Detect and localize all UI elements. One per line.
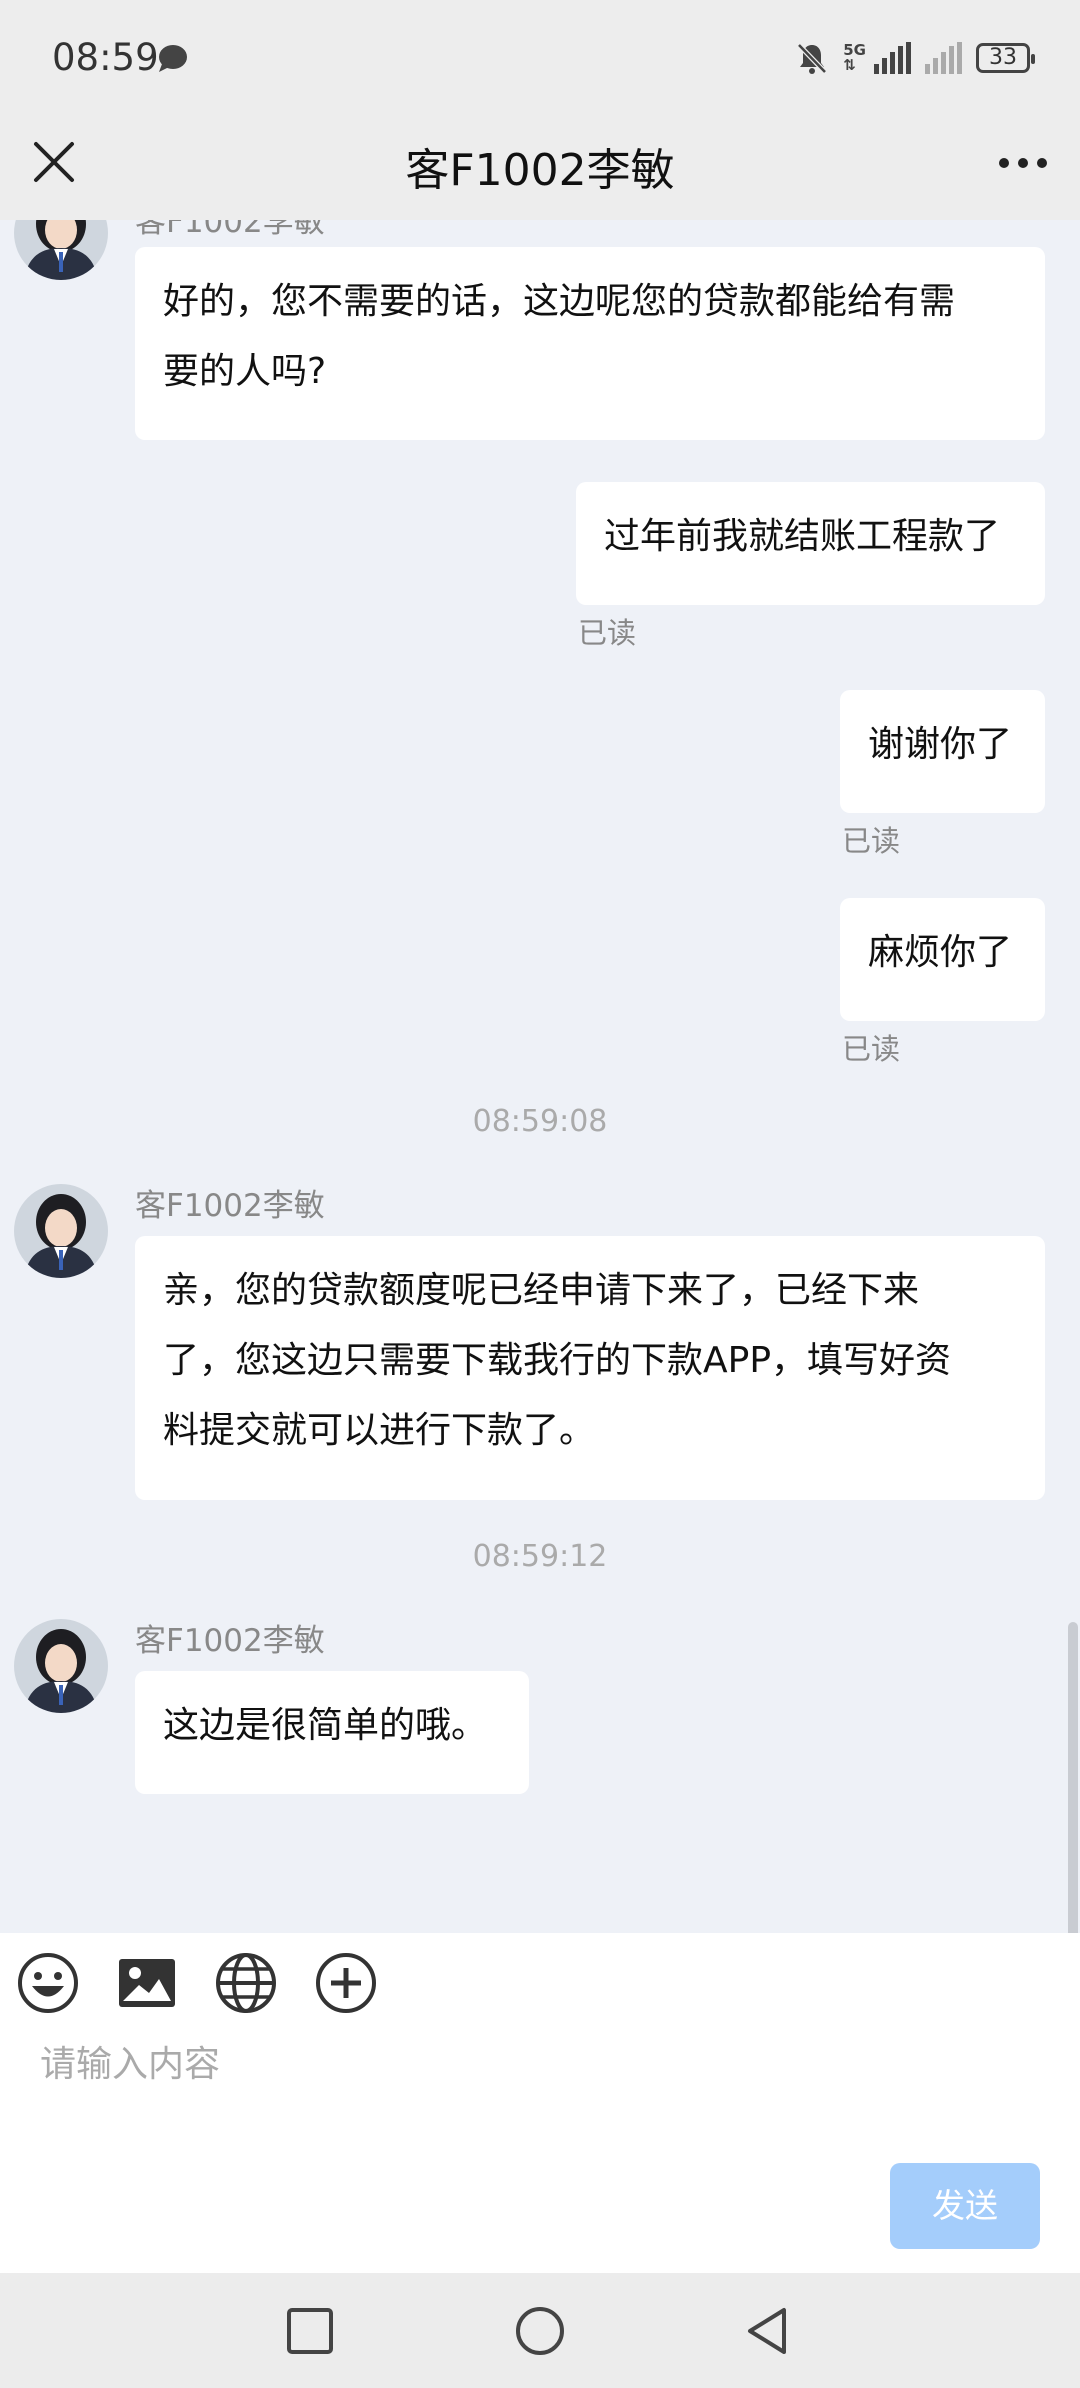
message-list[interactable]: 客F1002李敏 好的，您不需要的话，这边呢您的贷款都能给有需 要的人吗? 过年… (0, 220, 1080, 1933)
bell-muted-icon (797, 43, 828, 74)
avatar[interactable] (14, 1184, 108, 1278)
scrollbar[interactable] (1068, 1622, 1078, 1933)
signal-strength-icon (874, 42, 911, 74)
globe-icon[interactable] (214, 1951, 278, 2015)
chat-title: 客F1002李敏 (405, 145, 675, 196)
read-receipt: 已读 (842, 824, 901, 858)
sender-name: 客F1002李敏 (135, 1188, 325, 1224)
avatar[interactable] (14, 220, 108, 280)
sender-name: 客F1002李敏 (135, 220, 325, 240)
avatar[interactable] (14, 1619, 108, 1713)
message-text: 料提交就可以进行下款了。 (163, 1410, 596, 1451)
image-icon[interactable] (115, 1951, 179, 2015)
status-indicators: 5G ⇅ 33 (795, 38, 1035, 78)
network-type: 5G ⇅ (843, 41, 866, 74)
plus-circle-icon[interactable] (314, 1951, 378, 2015)
message-bubble-outgoing[interactable]: 麻烦你了 (840, 898, 1045, 1021)
square-icon[interactable] (284, 2305, 336, 2357)
signal-strength-sim2-icon (925, 42, 962, 74)
message-input[interactable]: 请输入内容 (40, 2035, 220, 2087)
message-notification-icon (159, 45, 187, 72)
status-bar: 08:59 5G ⇅ 33 (0, 0, 1080, 118)
system-nav-bar (0, 2273, 1080, 2388)
message-bubble[interactable]: 好的，您不需要的话，这边呢您的贷款都能给有需 要的人吗? (135, 247, 1045, 440)
circle-icon[interactable] (514, 2305, 566, 2357)
message-text: 好的，您不需要的话，这边呢您的贷款都能给有需 (163, 281, 956, 322)
chat-header: 客F1002李敏 (0, 118, 1080, 220)
sender-name: 客F1002李敏 (135, 1623, 325, 1659)
message-timestamp: 08:59:08 (472, 1104, 608, 1139)
message-text: 要的人吗? (163, 351, 327, 392)
message-bubble-outgoing[interactable]: 过年前我就结账工程款了 (576, 482, 1045, 605)
message-text: 亲，您的贷款额度呢已经申请下来了，已经下来 (163, 1270, 920, 1311)
back-triangle-icon[interactable] (742, 2305, 794, 2357)
read-receipt: 已读 (842, 1032, 901, 1066)
message-composer: 请输入内容 发送 (0, 1933, 1080, 2273)
send-button[interactable]: 发送 (890, 2163, 1040, 2249)
message-timestamp: 08:59:12 (472, 1539, 608, 1574)
battery-icon: 33 (976, 43, 1035, 73)
message-bubble-outgoing[interactable]: 谢谢你了 (840, 690, 1045, 813)
message-bubble[interactable]: 这边是很简单的哦。 (135, 1671, 529, 1794)
more-icon[interactable] (988, 140, 1058, 186)
emoji-icon[interactable] (16, 1951, 80, 2015)
status-time: 08:59 (52, 36, 159, 79)
message-bubble[interactable]: 亲，您的贷款额度呢已经申请下来了，已经下来 了，您这边只需要下载我行的下款APP… (135, 1236, 1045, 1500)
message-text: 了，您这边只需要下载我行的下款APP，填写好资 (163, 1340, 952, 1381)
read-receipt: 已读 (578, 616, 637, 650)
